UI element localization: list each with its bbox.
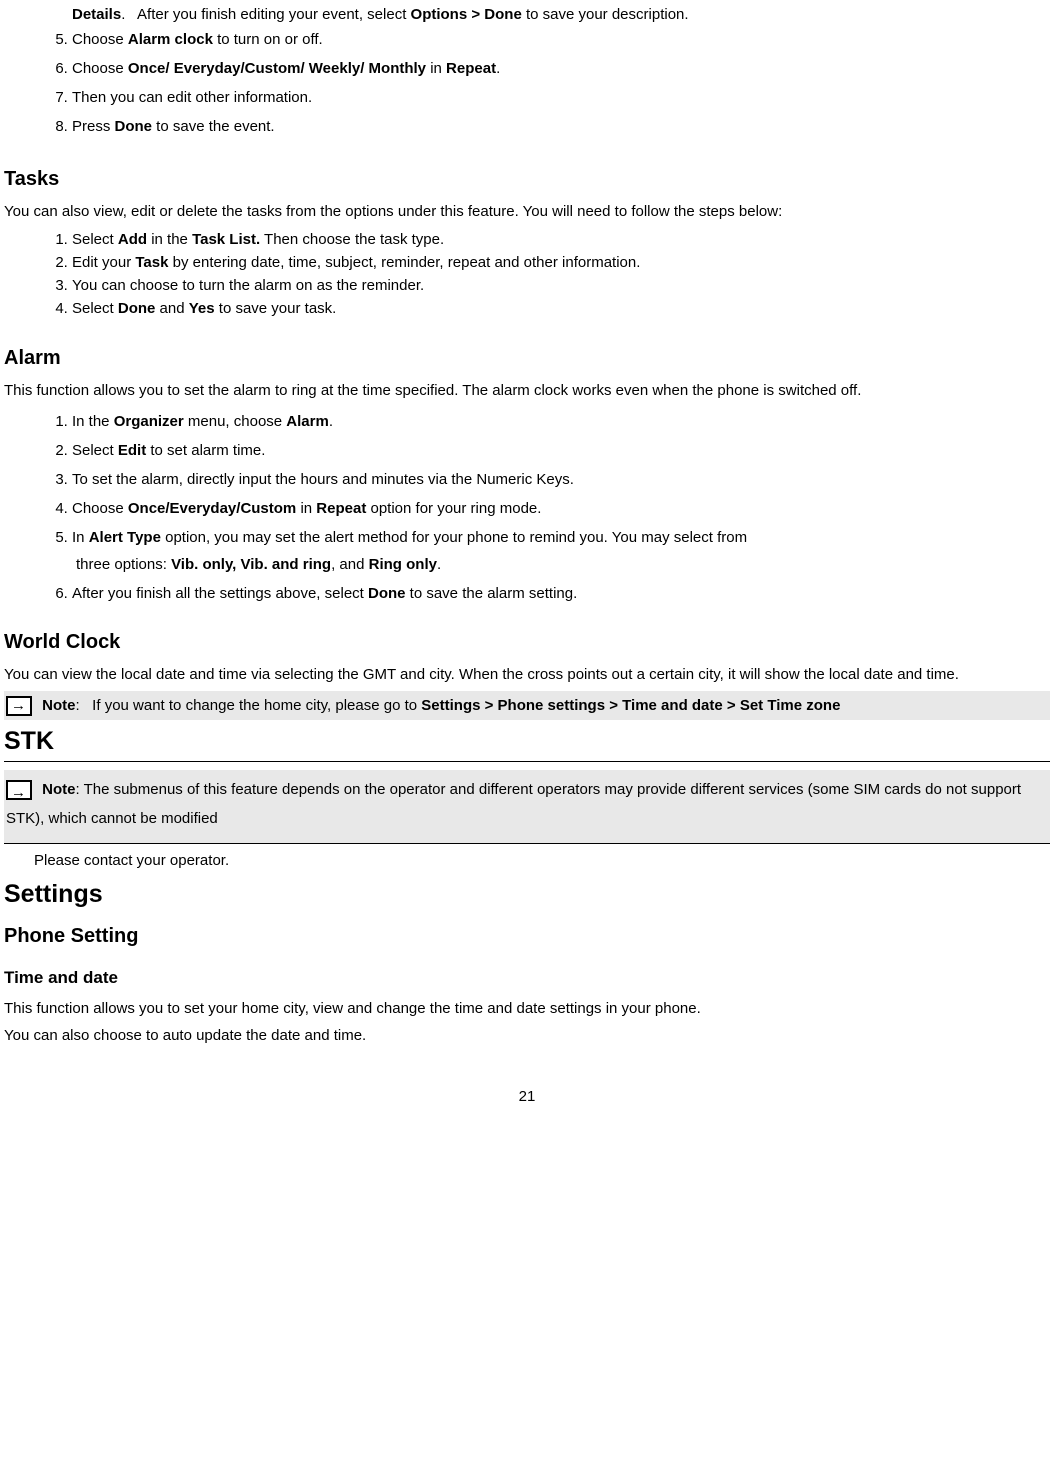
worldclock-note-text: Note: If you want to change the home cit…	[42, 697, 840, 714]
tasks-step-3: You can choose to turn the alarm on as t…	[72, 274, 1050, 297]
stk-note-text: Note: The submenus of this feature depen…	[6, 781, 1021, 827]
alarm-heading: Alarm	[4, 344, 1050, 372]
worldclock-note-box: Note: If you want to change the home cit…	[4, 691, 1050, 720]
page-number: 21	[4, 1086, 1050, 1107]
tasks-steps-list: Select Add in the Task List. Then choose…	[4, 228, 1050, 320]
alarm-step-3: To set the alarm, directly input the hou…	[72, 465, 1050, 494]
events-step-7: Then you can edit other information.	[72, 83, 1050, 112]
tasks-heading: Tasks	[4, 165, 1050, 193]
tasks-step-4: Select Done and Yes to save your task.	[72, 297, 1050, 320]
alarm-step-5: In Alert Type option, you may set the al…	[72, 523, 1050, 579]
tasks-step-2: Edit your Task by entering date, time, s…	[72, 251, 1050, 274]
alarm-steps-list: In the Organizer menu, choose Alarm. Sel…	[4, 407, 1050, 608]
settings-heading: Settings	[4, 877, 1050, 914]
worldclock-intro: You can view the local date and time via…	[4, 664, 1050, 685]
alarm-intro: This function allows you to set the alar…	[4, 380, 1050, 401]
events-step-5: Choose Alarm clock to turn on or off.	[72, 25, 1050, 54]
alarm-step-5b-text: three options: Vib. only, Vib. and ring,…	[72, 554, 1050, 575]
events-steps-list: Choose Alarm clock to turn on or off. Ch…	[4, 25, 1050, 141]
tasks-intro: You can also view, edit or delete the ta…	[4, 201, 1050, 222]
note-arrow-icon	[6, 780, 32, 800]
time-and-date-body1: This function allows you to set your hom…	[4, 998, 1050, 1019]
time-and-date-body2: You can also choose to auto update the d…	[4, 1025, 1050, 1046]
tasks-step-1: Select Add in the Task List. Then choose…	[72, 228, 1050, 251]
alarm-step-5-text: In Alert Type option, you may set the al…	[72, 529, 747, 546]
stk-after-text: Please contact your operator.	[34, 850, 1050, 871]
time-and-date-heading: Time and date	[4, 966, 1050, 990]
phone-setting-heading: Phone Setting	[4, 922, 1050, 950]
stk-note-box: Note: The submenus of this feature depen…	[4, 770, 1050, 844]
events-step-8: Press Done to save the event.	[72, 112, 1050, 141]
alarm-step-2: Select Edit to set alarm time.	[72, 436, 1050, 465]
events-step-6: Choose Once/ Everyday/Custom/ Weekly/ Mo…	[72, 54, 1050, 83]
events-step4-fragment: Details. After you finish editing your e…	[4, 4, 1050, 25]
alarm-step-1: In the Organizer menu, choose Alarm.	[72, 407, 1050, 436]
worldclock-heading: World Clock	[4, 628, 1050, 656]
note-arrow-icon	[6, 696, 32, 716]
alarm-step-6: After you finish all the settings above,…	[72, 579, 1050, 608]
alarm-step-4: Choose Once/Everyday/Custom in Repeat op…	[72, 494, 1050, 523]
stk-heading: STK	[4, 724, 1050, 762]
